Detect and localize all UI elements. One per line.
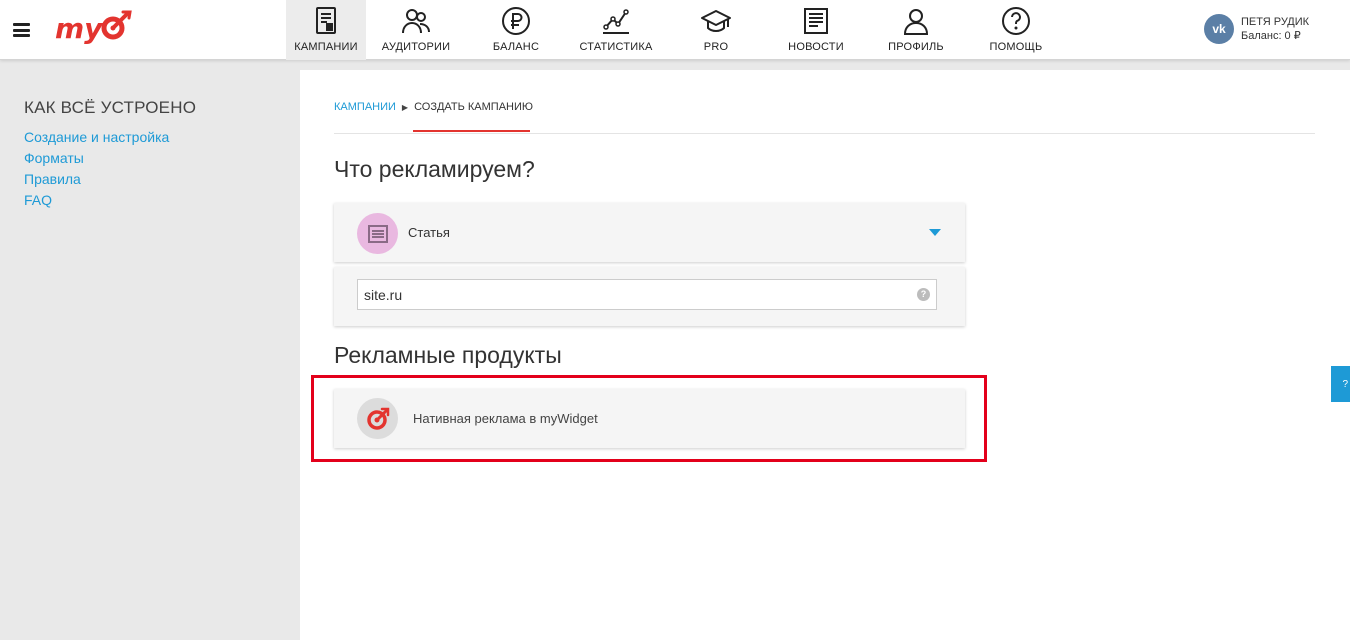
breadcrumb: КАМПАНИИ ▶ СОЗДАТЬ КАМПАНИЮ xyxy=(334,101,533,113)
side-help-tab[interactable]: ? xyxy=(1331,366,1350,402)
audiences-icon xyxy=(402,9,430,34)
what-to-advertise-title: Что рекламируем? xyxy=(334,156,535,182)
main-nav: КАМПАНИИ АУДИТОРИИ БАЛАНС СТАТИСТИКА PRO… xyxy=(286,0,1066,60)
nav-balance[interactable]: БАЛАНС xyxy=(466,0,566,60)
nav-label: ПОМОЩЬ xyxy=(989,41,1043,53)
breadcrumb-divider xyxy=(334,133,1315,134)
top-bar: my КАМПАНИИ АУДИТОРИИ БАЛАНС СТАТИСТИКА … xyxy=(0,0,1350,60)
nav-help[interactable]: ПОМОЩЬ xyxy=(966,0,1066,60)
article-icon xyxy=(357,213,398,254)
nav-campaigns[interactable]: КАМПАНИИ xyxy=(286,0,366,60)
svg-text:my: my xyxy=(55,12,104,45)
ad-products-title: Рекламные продукты xyxy=(334,342,562,368)
nav-label: АУДИТОРИИ xyxy=(381,41,451,53)
nav-news[interactable]: НОВОСТИ xyxy=(766,0,866,60)
nav-profile[interactable]: ПРОФИЛЬ xyxy=(866,0,966,60)
sidebar-link-faq[interactable]: FAQ xyxy=(24,190,276,211)
breadcrumb-active-underline xyxy=(413,130,530,132)
nav-pro[interactable]: PRO xyxy=(666,0,766,60)
statistics-icon xyxy=(603,9,629,34)
target-icon xyxy=(357,398,398,439)
nav-label: PRO xyxy=(703,41,729,53)
nav-statistics[interactable]: СТАТИСТИКА xyxy=(566,0,666,60)
nav-label: НОВОСТИ xyxy=(788,41,844,53)
breadcrumb-current: СОЗДАТЬ КАМПАНИЮ xyxy=(414,101,534,113)
sidebar-link-setup[interactable]: Создание и настройка xyxy=(24,127,276,148)
nav-label: БАЛАНС xyxy=(492,41,540,53)
ad-object-type-select[interactable]: Статья xyxy=(334,203,965,262)
selected-type-label: Статья xyxy=(408,225,450,240)
product-label: Нативная реклама в myWidget xyxy=(413,411,598,426)
product-mywidget[interactable]: Нативная реклама в myWidget xyxy=(334,389,965,448)
nav-label: ПРОФИЛЬ xyxy=(888,41,944,53)
nav-label: СТАТИСТИКА xyxy=(579,41,653,53)
breadcrumb-separator-icon: ▶ xyxy=(401,102,409,112)
campaigns-icon xyxy=(316,7,336,34)
breadcrumb-campaigns[interactable]: КАМПАНИИ xyxy=(334,101,396,113)
sidebar-heading: КАК ВСЁ УСТРОЕНО xyxy=(24,98,197,117)
sidebar-link-formats[interactable]: Форматы xyxy=(24,148,276,169)
user-name: ПЕТЯ РУДИК xyxy=(1241,16,1310,28)
chevron-down-icon[interactable] xyxy=(929,229,941,236)
news-icon xyxy=(804,8,828,34)
url-input[interactable] xyxy=(357,279,937,310)
main-panel: КАМПАНИИ ▶ СОЗДАТЬ КАМПАНИЮ Что рекламир… xyxy=(300,70,1350,640)
graduation-cap-icon xyxy=(701,10,731,32)
help-sidebar: КАК ВСЁ УСТРОЕНО Создание и настройка Фо… xyxy=(0,61,300,640)
help-icon[interactable]: ? xyxy=(917,288,930,301)
mytarget-logo[interactable]: my xyxy=(55,6,135,54)
user-balance: Баланс: 0 ₽ xyxy=(1241,30,1301,42)
nav-audiences[interactable]: АУДИТОРИИ xyxy=(366,0,466,60)
menu-icon[interactable] xyxy=(13,23,30,37)
vk-avatar: vk xyxy=(1204,14,1234,44)
nav-label: КАМПАНИИ xyxy=(294,41,358,53)
help-icon xyxy=(1002,7,1030,35)
sidebar-link-rules[interactable]: Правила xyxy=(24,169,276,190)
url-card: ? xyxy=(334,267,965,326)
user-menu[interactable]: vk ПЕТЯ РУДИК Баланс: 0 ₽ xyxy=(1204,14,1309,44)
ruble-icon xyxy=(502,7,530,35)
profile-icon xyxy=(903,9,929,35)
